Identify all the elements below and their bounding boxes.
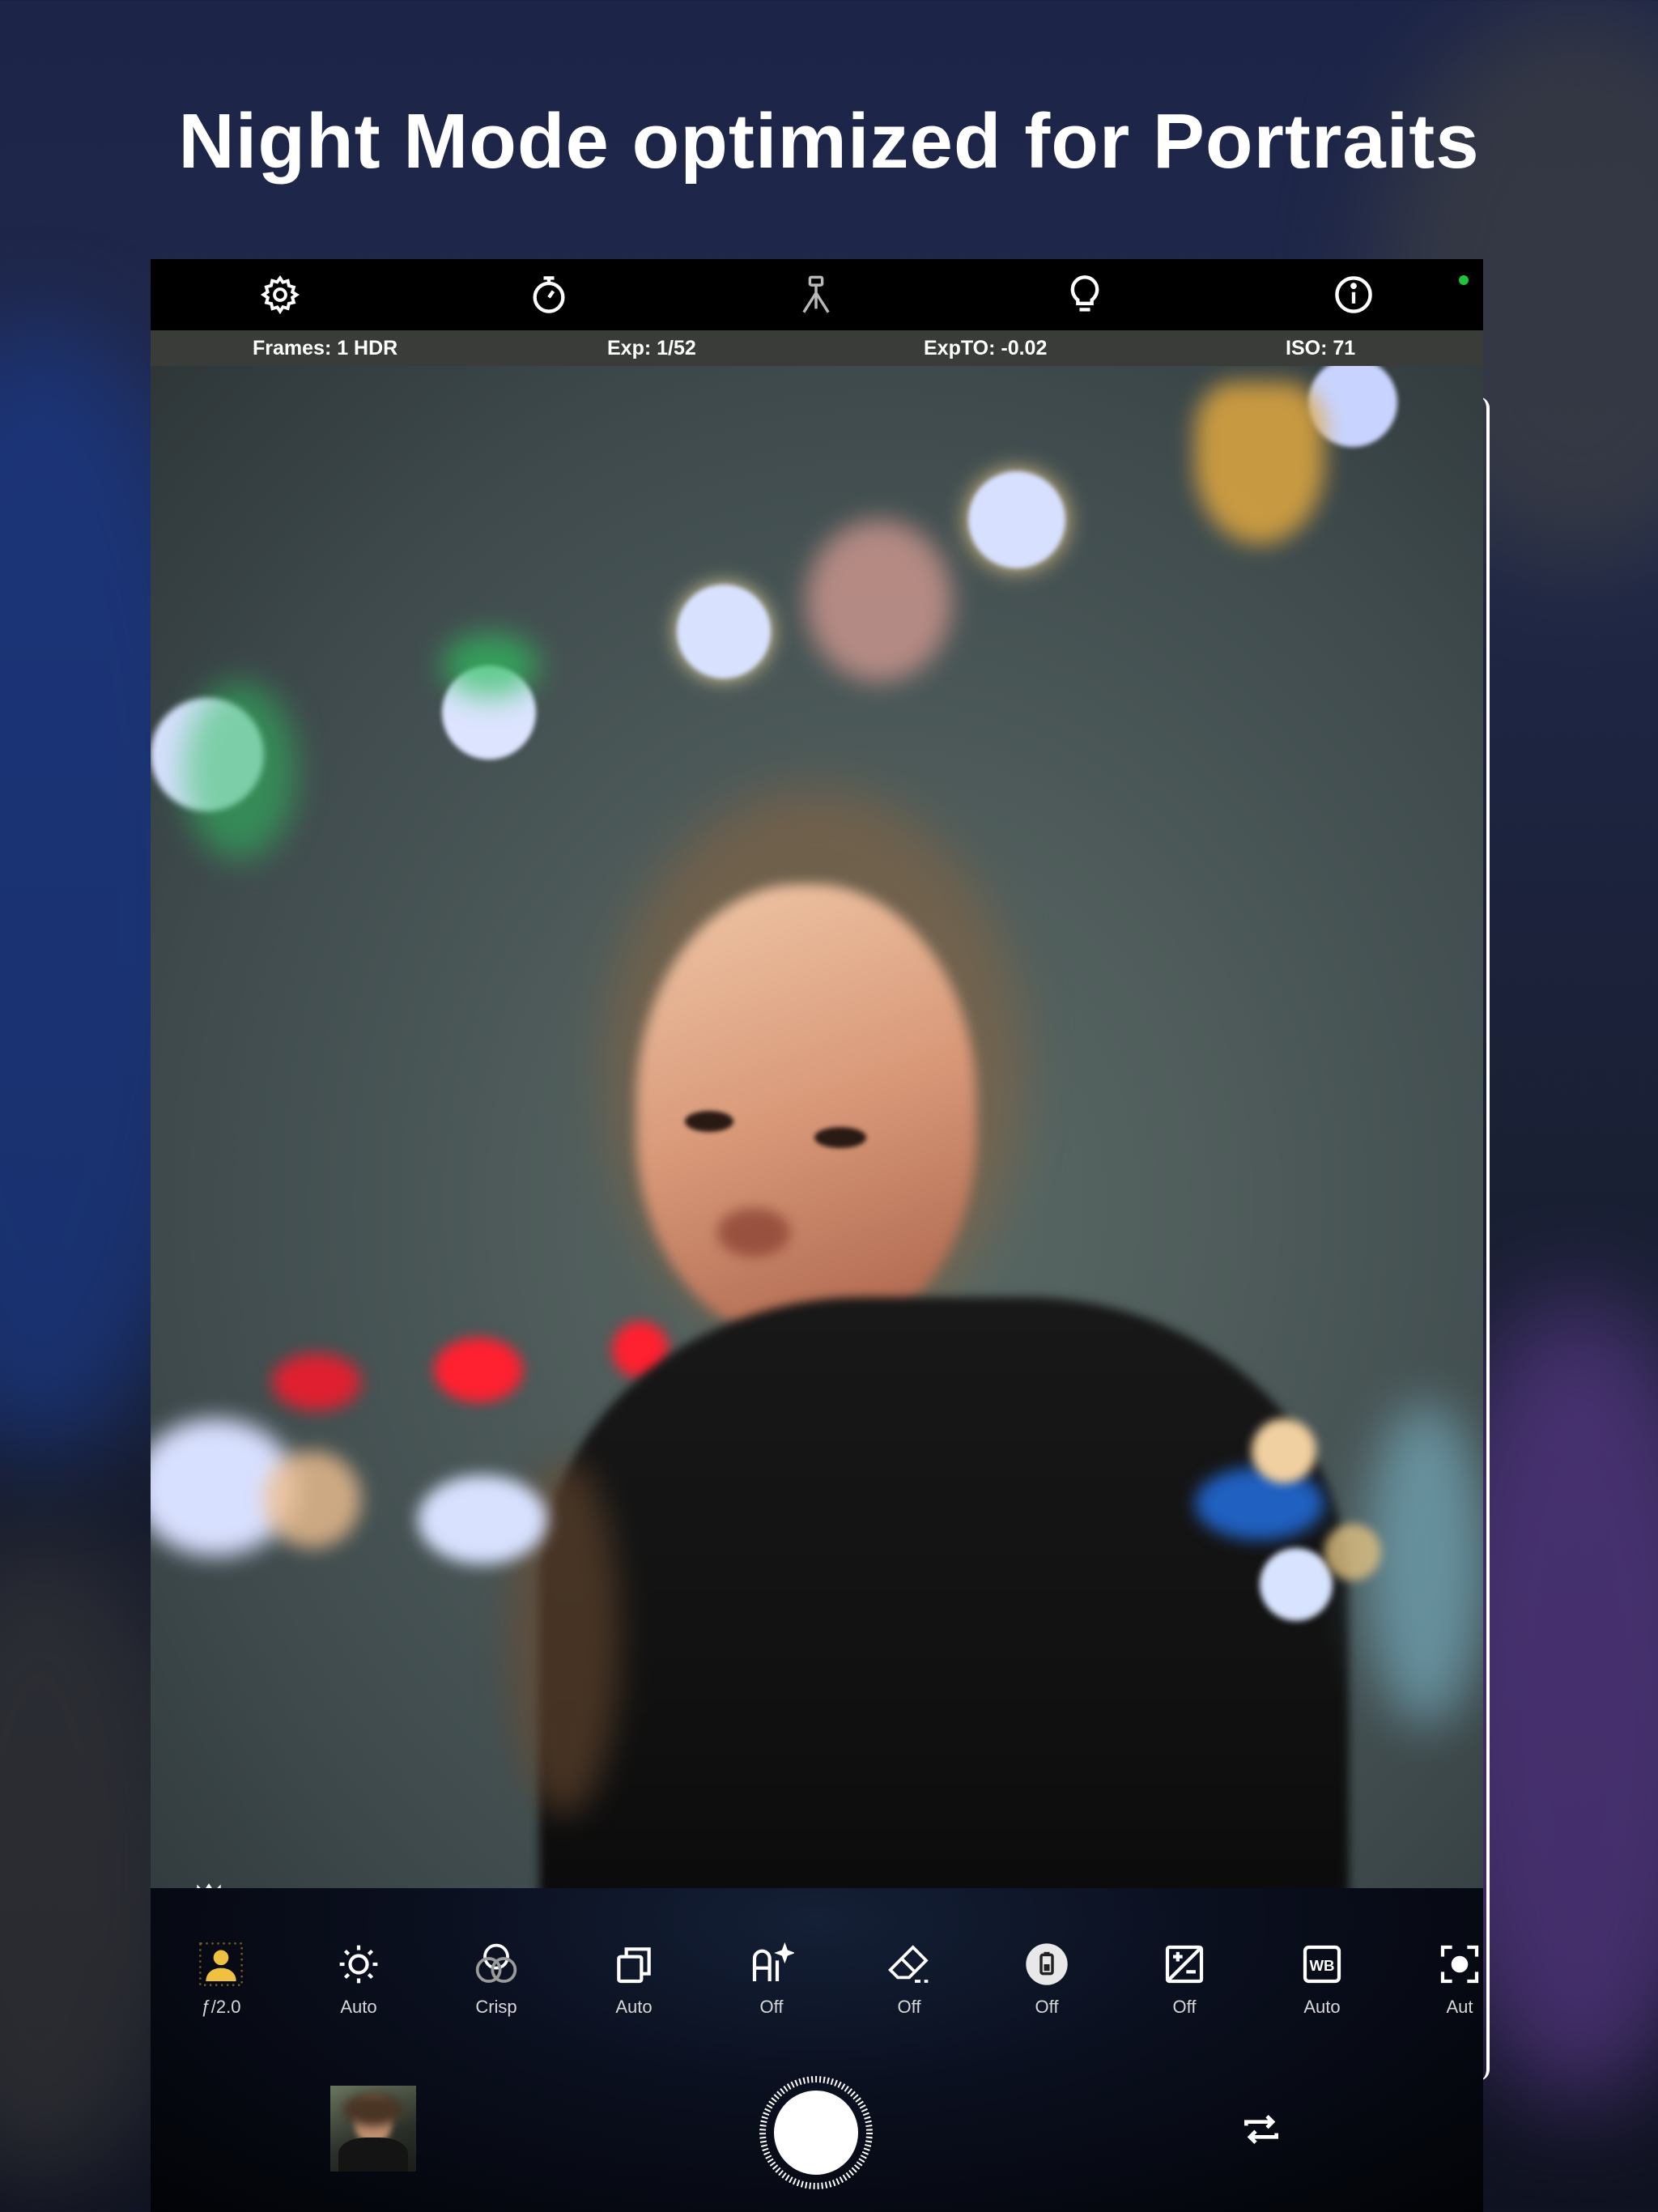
tool-label: Off — [1172, 1997, 1197, 2017]
exposure-offset-readout: ExpTO: -0.02 — [924, 337, 1048, 359]
tool-white-balance[interactable]: WB Auto — [1265, 1942, 1379, 2018]
switch-camera-icon[interactable] — [1239, 2107, 1284, 2152]
tripod-icon[interactable] — [795, 274, 837, 316]
iso-readout: ISO: 71 — [1286, 337, 1356, 359]
exposure-readout: Exp: 1/52 — [607, 337, 696, 359]
shutter-button[interactable] — [759, 2076, 873, 2189]
timer-icon[interactable] — [528, 274, 570, 316]
frames-readout: Frames: 1 HDR — [253, 337, 398, 359]
focus-icon — [1440, 1945, 1479, 1984]
exposure-compensation-icon — [1165, 1945, 1204, 1984]
camera-app-screen: Frames: 1 HDR Exp: 1/52 ExpTO: -0.02 ISO… — [151, 259, 1483, 2212]
tool-stack[interactable]: Auto — [577, 1942, 691, 2018]
tool-label: Off — [897, 1997, 921, 2017]
filter-circles-icon — [475, 1943, 517, 1983]
ai-text-icon — [752, 1942, 794, 1981]
gallery-thumbnail[interactable] — [330, 2086, 416, 2172]
camera-viewfinder[interactable]: 1× — [151, 366, 1483, 1888]
stack-icon — [617, 1947, 651, 1984]
tool-eraser[interactable]: Off — [852, 1942, 966, 2018]
battery-circle-icon — [1026, 1943, 1068, 1985]
portrait-icon — [199, 1942, 243, 1986]
tool-label: Off — [1035, 1997, 1059, 2017]
macro-tulip-icon[interactable] — [180, 1880, 238, 1888]
top-toolbar — [151, 259, 1483, 330]
tool-label: Auto — [1303, 1997, 1341, 2017]
tool-label: ƒ/2.0 — [201, 1997, 241, 2017]
page-headline: Night Mode optimized for Portraits — [178, 98, 1480, 185]
svg-text:WB: WB — [1309, 1957, 1334, 1974]
tool-label: Off — [759, 1997, 784, 2017]
tool-exposure-compensation[interactable]: Off — [1128, 1942, 1241, 2018]
lightbulb-icon[interactable] — [1064, 274, 1106, 316]
tool-label: Crisp — [475, 1997, 517, 2017]
bottom-controls: ƒ/2.0 Auto Crisp Auto Off Off Off Off WB… — [151, 1888, 1483, 2212]
gear-icon[interactable] — [259, 274, 301, 316]
tool-filter[interactable]: Crisp — [440, 1942, 553, 2018]
eraser-icon — [888, 1945, 929, 1983]
tool-label: Auto — [340, 1997, 377, 2017]
tool-label: Auto — [615, 1997, 653, 2017]
white-balance-icon: WB — [1303, 1945, 1341, 1984]
tool-battery[interactable]: Off — [990, 1942, 1103, 2018]
status-indicator-dot — [1459, 275, 1469, 285]
tool-portrait[interactable]: ƒ/2.0 — [164, 1942, 278, 2018]
tool-focus[interactable]: Aut — [1403, 1942, 1483, 2018]
info-icon[interactable] — [1333, 274, 1375, 316]
brightness-icon — [339, 1945, 378, 1984]
tool-ai[interactable]: Off — [715, 1942, 828, 2018]
tool-label: Aut — [1446, 1997, 1473, 2017]
tool-brightness[interactable]: Auto — [302, 1942, 415, 2018]
exposure-info-bar: Frames: 1 HDR Exp: 1/52 ExpTO: -0.02 ISO… — [151, 330, 1483, 366]
